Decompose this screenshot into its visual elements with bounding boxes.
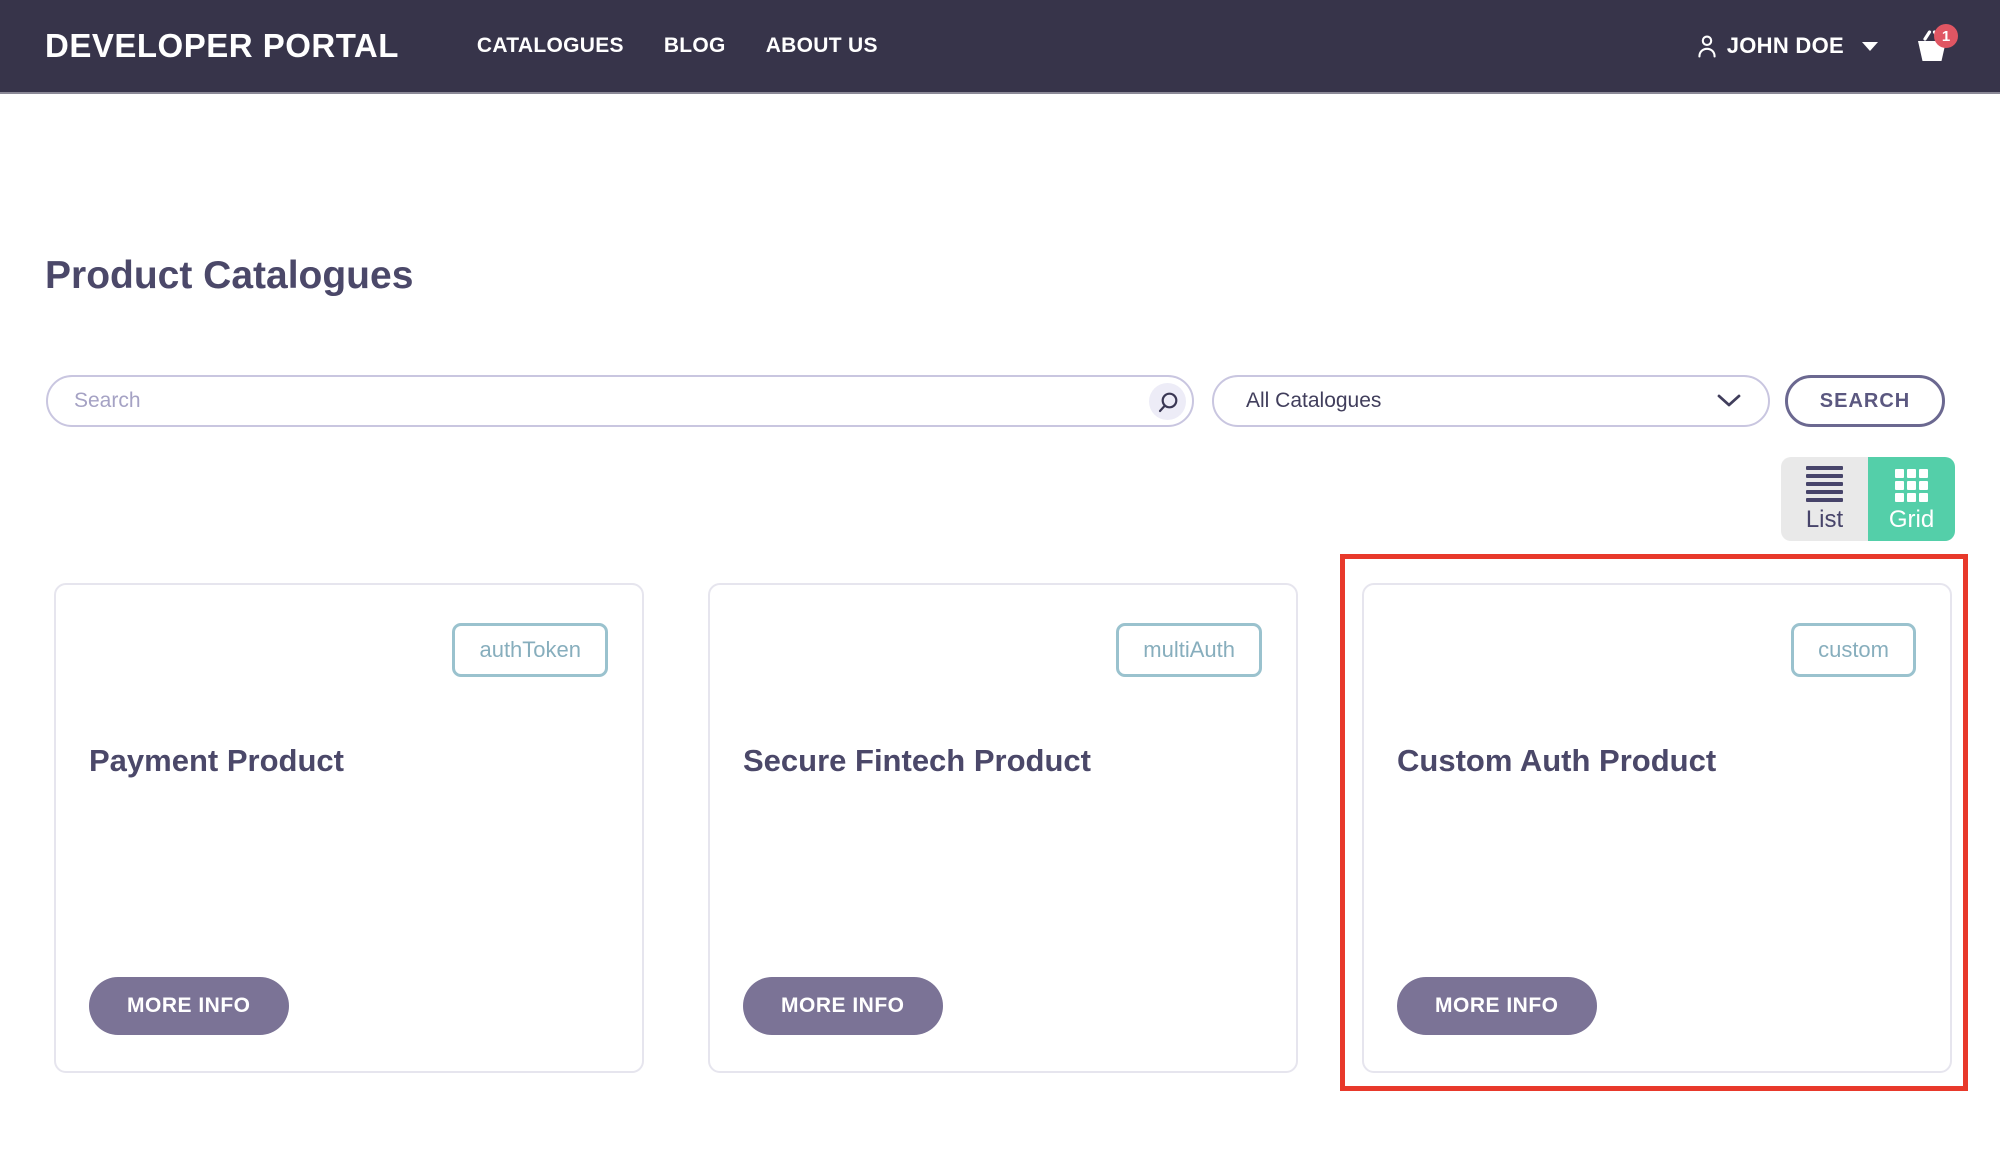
list-view-label: List <box>1806 506 1843 534</box>
chevron-down-icon <box>1862 42 1878 51</box>
more-info-button[interactable]: MORE INFO <box>1397 977 1597 1035</box>
search-button[interactable]: SEARCH <box>1785 375 1945 427</box>
user-menu[interactable]: JOHN DOE <box>1693 32 1878 60</box>
more-info-button[interactable]: MORE INFO <box>89 977 289 1035</box>
page-title: Product Catalogues <box>45 254 413 298</box>
chevron-down-icon <box>1716 393 1742 409</box>
product-card-payment: authToken Payment Product MORE INFO <box>54 583 644 1073</box>
grid-view-button[interactable]: Grid <box>1868 457 1955 541</box>
search-row: All Catalogues SEARCH <box>46 375 1954 427</box>
list-icon <box>1806 466 1843 502</box>
search-box <box>46 375 1194 427</box>
view-toggle: List Grid <box>1781 457 1955 541</box>
auth-type-badge: multiAuth <box>1116 623 1262 677</box>
grid-icon <box>1895 469 1928 502</box>
nav-item-about-us[interactable]: ABOUT US <box>766 34 878 58</box>
cart-count-badge: 1 <box>1934 24 1958 48</box>
catalogue-filter-dropdown[interactable]: All Catalogues <box>1212 375 1770 427</box>
auth-type-badge: custom <box>1791 623 1916 677</box>
auth-type-badge: authToken <box>452 623 608 677</box>
more-info-button[interactable]: MORE INFO <box>743 977 943 1035</box>
grid-view-label: Grid <box>1889 506 1934 534</box>
list-view-button[interactable]: List <box>1781 457 1868 541</box>
product-card-secure-fintech: multiAuth Secure Fintech Product MORE IN… <box>708 583 1298 1073</box>
brand-logo[interactable]: DEVELOPER PORTAL <box>45 27 399 65</box>
nav-item-catalogues[interactable]: CATALOGUES <box>477 34 624 58</box>
search-icon-button[interactable] <box>1149 383 1186 420</box>
search-icon <box>1156 390 1180 414</box>
cart-button[interactable]: 1 <box>1912 26 1952 66</box>
product-title: Secure Fintech Product <box>743 743 1091 779</box>
product-title: Custom Auth Product <box>1397 743 1716 779</box>
main-nav: CATALOGUES BLOG ABOUT US <box>477 34 878 58</box>
search-input[interactable] <box>46 375 1194 427</box>
catalogue-filter-value: All Catalogues <box>1246 389 1381 413</box>
header-bar: DEVELOPER PORTAL CATALOGUES BLOG ABOUT U… <box>0 0 2000 94</box>
user-name: JOHN DOE <box>1727 33 1844 59</box>
product-card-grid: authToken Payment Product MORE INFO mult… <box>54 583 1952 1073</box>
product-title: Payment Product <box>89 743 344 779</box>
product-card-custom-auth: custom Custom Auth Product MORE INFO <box>1362 583 1952 1073</box>
nav-item-blog[interactable]: BLOG <box>664 34 726 58</box>
header-right: JOHN DOE 1 <box>1693 26 1952 66</box>
person-icon <box>1693 32 1721 60</box>
